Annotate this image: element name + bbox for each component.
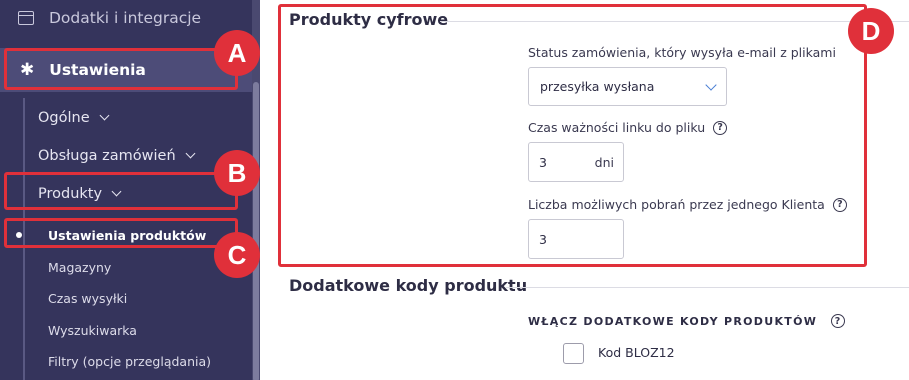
highlight-box-b	[4, 172, 238, 210]
sidebar-subitem-general[interactable]: Ogólne	[38, 106, 110, 130]
enable-extra-codes-label: WŁĄCZ DODATKOWE KODY PRODUKTÓW ?	[528, 314, 846, 328]
annotation-badge-a: A	[214, 30, 260, 76]
sidebar-subitem-label: Ogólne	[38, 110, 90, 126]
bloz12-checkbox[interactable]	[563, 343, 584, 364]
window-icon	[18, 11, 34, 25]
annotation-badge-d: D	[848, 8, 894, 54]
bloz12-checkbox-label[interactable]: Kod BLOZ12	[598, 345, 675, 360]
sidebar-subitem-label: Obsługa zamówień	[38, 148, 176, 164]
highlight-box-c	[4, 218, 238, 248]
chevron-down-icon	[185, 148, 196, 159]
enable-extra-codes-label-text: WŁĄCZ DODATKOWE KODY PRODUKTÓW	[528, 314, 818, 328]
section-divider	[506, 287, 909, 288]
sidebar-item-label: Dodatki i integracje	[49, 9, 202, 27]
help-icon[interactable]: ?	[831, 314, 846, 328]
highlight-box-a	[4, 48, 238, 90]
chevron-down-icon	[99, 110, 110, 121]
sidebar-leaf-search[interactable]: Wyszukiwarka	[48, 320, 137, 340]
sidebar-subitem-orders[interactable]: Obsługa zamówień	[38, 144, 196, 168]
sidebar-leaf-filters[interactable]: Filtry (opcje przeglądania)	[48, 351, 211, 371]
sidebar-item-integrations[interactable]: Dodatki i integracje	[18, 4, 201, 32]
section-title-extra-codes: Dodatkowe kody produktu	[289, 276, 528, 295]
sidebar-leaf-shipping-time[interactable]: Czas wysyłki	[48, 288, 127, 308]
annotation-badge-b: B	[214, 150, 260, 196]
sidebar-scroll-thumb[interactable]	[253, 82, 259, 380]
annotation-badge-c: C	[214, 232, 260, 278]
highlight-box-d	[278, 4, 867, 267]
sidebar-leaf-warehouses[interactable]: Magazyny	[48, 257, 111, 277]
